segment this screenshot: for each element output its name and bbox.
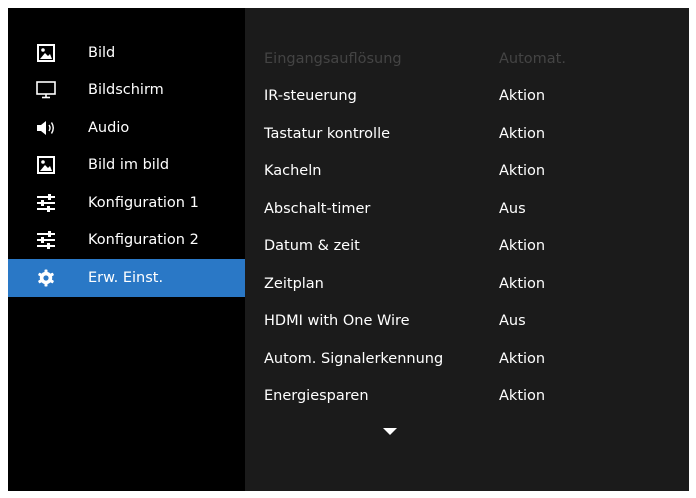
setting-value: Aktion: [499, 350, 546, 367]
setting-value: Aus: [499, 200, 526, 217]
sidebar-item-label: Konfiguration 2: [88, 232, 199, 249]
sidebar-item-label: Bild: [88, 44, 116, 61]
setting-value: Aktion: [499, 388, 546, 405]
sidebar-item-audio[interactable]: Audio: [8, 109, 245, 147]
setting-row-ir-steuerung[interactable]: IR-steuerung Aktion: [245, 78, 689, 116]
setting-name: Energiesparen: [264, 388, 369, 405]
sidebar-item-erw-einst[interactable]: Erw. Einst.: [8, 259, 245, 297]
sidebar-item-konfiguration-2[interactable]: Konfiguration 2: [8, 222, 245, 260]
sidebar-item-bildschirm[interactable]: Bildschirm: [8, 72, 245, 110]
setting-value: Automat.: [499, 50, 566, 67]
sliders-icon: [36, 230, 56, 250]
setting-name: Tastatur kontrolle: [264, 125, 391, 142]
setting-row-eingangsaufloesung: Eingangsauflösung Automat.: [245, 40, 689, 78]
setting-row-energiesparen[interactable]: Energiesparen Aktion: [245, 378, 689, 416]
sidebar-item-label: Audio: [88, 119, 130, 136]
sidebar: Bild Bildschirm Audio Bild im bild Konfi…: [8, 8, 245, 491]
setting-row-abschalt-timer[interactable]: Abschalt-timer Aus: [245, 190, 689, 228]
sidebar-item-label: Bildschirm: [88, 82, 164, 99]
monitor-icon: [36, 80, 56, 100]
speaker-icon: [36, 118, 56, 138]
setting-value: Aktion: [499, 275, 546, 292]
settings-list: Eingangsauflösung Automat. IR-steuerung …: [245, 40, 689, 415]
sidebar-item-konfiguration-1[interactable]: Konfiguration 1: [8, 184, 245, 222]
sidebar-item-label: Konfiguration 1: [88, 194, 199, 211]
sidebar-item-bild[interactable]: Bild: [8, 34, 245, 72]
setting-name: Eingangsauflösung: [264, 50, 402, 67]
sliders-icon: [36, 193, 56, 213]
setting-value: Aktion: [499, 125, 546, 142]
setting-name: Abschalt-timer: [264, 200, 371, 217]
setting-name: Zeitplan: [264, 275, 324, 292]
setting-row-zeitplan[interactable]: Zeitplan Aktion: [245, 265, 689, 303]
sidebar-item-label: Erw. Einst.: [88, 269, 164, 286]
osd-menu: Bild Bildschirm Audio Bild im bild Konfi…: [8, 8, 689, 491]
setting-row-kacheln[interactable]: Kacheln Aktion: [245, 153, 689, 191]
setting-row-tastatur-kontrolle[interactable]: Tastatur kontrolle Aktion: [245, 115, 689, 153]
sidebar-item-bild-im-bild[interactable]: Bild im bild: [8, 147, 245, 185]
setting-value: Aktion: [499, 88, 546, 105]
setting-row-datum-zeit[interactable]: Datum & zeit Aktion: [245, 228, 689, 266]
setting-value: Aus: [499, 313, 526, 330]
settings-panel: Eingangsauflösung Automat. IR-steuerung …: [245, 8, 689, 491]
setting-row-hdmi-one-wire[interactable]: HDMI with One Wire Aus: [245, 303, 689, 341]
sidebar-item-label: Bild im bild: [88, 157, 170, 174]
picture-icon: [36, 43, 56, 63]
setting-name: HDMI with One Wire: [264, 313, 410, 330]
setting-row-autom-signalerkennung[interactable]: Autom. Signalerkennung Aktion: [245, 340, 689, 378]
setting-name: Autom. Signalerkennung: [264, 350, 444, 367]
setting-value: Aktion: [499, 163, 546, 180]
setting-name: Kacheln: [264, 163, 322, 180]
picture-in-picture-icon: [36, 155, 56, 175]
setting-name: IR-steuerung: [264, 88, 357, 105]
sidebar-list: Bild Bildschirm Audio Bild im bild Konfi…: [8, 34, 245, 297]
setting-name: Datum & zeit: [264, 238, 360, 255]
setting-value: Aktion: [499, 238, 546, 255]
gear-icon: [36, 268, 56, 288]
chevron-down-icon[interactable]: [380, 426, 400, 436]
